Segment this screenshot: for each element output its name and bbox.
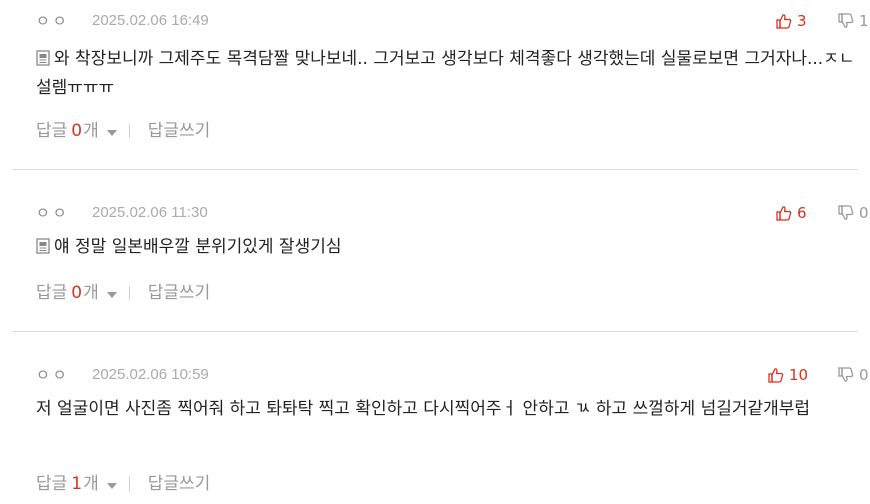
- like-count: 3: [797, 12, 807, 30]
- comment-body: 저 얼굴이면 사진좀 찍어줘 하고 톼톼탁 찍고 확인하고 다시찍어주ㅓ 안하고…: [36, 399, 811, 419]
- thumbs-up-icon: [768, 368, 784, 383]
- write-reply-button[interactable]: 답글쓰기: [148, 281, 211, 305]
- comment-body: 와 착장보니까 그제주도 목격담짤 맞나보네.. 그거보고 생각보다 체격좋다 …: [36, 49, 855, 98]
- dislike-count: 1: [859, 12, 869, 30]
- reply-count: 0: [71, 283, 83, 303]
- like-button[interactable]: 6: [776, 202, 807, 224]
- reply-count: 1: [71, 474, 83, 494]
- reply-label: 답글: [36, 474, 68, 494]
- thumbs-down-icon: [838, 205, 854, 220]
- comment-date: 2025.02.06 11:30: [92, 204, 208, 221]
- thumbs-up-icon: [776, 206, 792, 221]
- comment-author[interactable]: ㅇㅇ: [36, 364, 70, 386]
- like-button[interactable]: 10: [768, 364, 808, 386]
- comment-author[interactable]: ㅇㅇ: [36, 202, 70, 224]
- reply-unit: 개: [83, 283, 99, 303]
- document-icon: [36, 238, 50, 254]
- reply-toggle-button[interactable]: 답글 0 개: [36, 119, 117, 143]
- comment-author[interactable]: ㅇㅇ: [36, 10, 70, 32]
- comment-text: 저 얼굴이면 사진좀 찍어줘 하고 톼톼탁 찍고 확인하고 다시찍어주ㅓ 안하고…: [36, 395, 870, 424]
- comment-header: ㅇㅇ 2025.02.06 11:30 6 0: [36, 202, 870, 224]
- comment-header: ㅇㅇ 2025.02.06 16:49 3 1: [36, 10, 870, 32]
- comment-date: 2025.02.06 16:49: [92, 12, 209, 29]
- comment-body: 얘 정말 일본배우깔 분위기있게 잘생기심: [54, 237, 342, 257]
- write-reply-button[interactable]: 답글쓰기: [148, 472, 211, 496]
- thumbs-down-icon: [838, 13, 854, 28]
- dislike-button[interactable]: 0: [838, 202, 869, 224]
- caret-down-icon: [106, 129, 117, 136]
- reply-bar: 답글 0 개 답글쓰기: [36, 281, 210, 305]
- reply-label: 답글: [36, 283, 68, 303]
- dislike-button[interactable]: 1: [838, 10, 869, 32]
- dislike-count: 0: [859, 204, 869, 222]
- comment-text: 와 착장보니까 그제주도 목격담짤 맞나보네.. 그거보고 생각보다 체격좋다 …: [36, 45, 870, 103]
- reply-label: 답글: [36, 121, 68, 141]
- document-icon: [36, 50, 50, 66]
- reply-toggle-button[interactable]: 답글 1 개: [36, 472, 117, 496]
- like-count: 10: [789, 366, 809, 384]
- comment-item: ㅇㅇ 2025.02.06 10:59 10 0 저 얼굴이면 사진좀 찍어줘 …: [12, 332, 870, 495]
- reply-unit: 개: [83, 474, 99, 494]
- like-button[interactable]: 3: [776, 10, 807, 32]
- caret-down-icon: [106, 291, 117, 298]
- caret-down-icon: [106, 482, 117, 489]
- like-count: 6: [797, 204, 807, 222]
- separator: [128, 286, 130, 300]
- dislike-button[interactable]: 0: [838, 364, 869, 386]
- reply-bar: 답글 1 개 답글쓰기: [36, 472, 210, 496]
- comment-item: ㅇㅇ 2025.02.06 11:30 6 0 얘 정말 일본배우깔 분위기있게…: [12, 170, 870, 333]
- comment-date: 2025.02.06 10:59: [92, 366, 209, 383]
- thumbs-down-icon: [838, 367, 854, 382]
- reply-unit: 개: [83, 121, 99, 141]
- comment-header: ㅇㅇ 2025.02.06 10:59 10 0: [36, 364, 870, 386]
- separator: [128, 124, 130, 138]
- comment-item: ㅇㅇ 2025.02.06 16:49 3 1 와 착장보니까 그제주도 목격담…: [12, 0, 870, 163]
- separator: [128, 477, 130, 491]
- reply-bar: 답글 0 개 답글쓰기: [36, 119, 210, 143]
- reply-toggle-button[interactable]: 답글 0 개: [36, 281, 117, 305]
- comment-text: 얘 정말 일본배우깔 분위기있게 잘생기심: [36, 233, 870, 262]
- write-reply-button[interactable]: 답글쓰기: [148, 119, 211, 143]
- dislike-count: 0: [859, 366, 869, 384]
- thumbs-up-icon: [776, 14, 792, 29]
- reply-count: 0: [71, 121, 83, 141]
